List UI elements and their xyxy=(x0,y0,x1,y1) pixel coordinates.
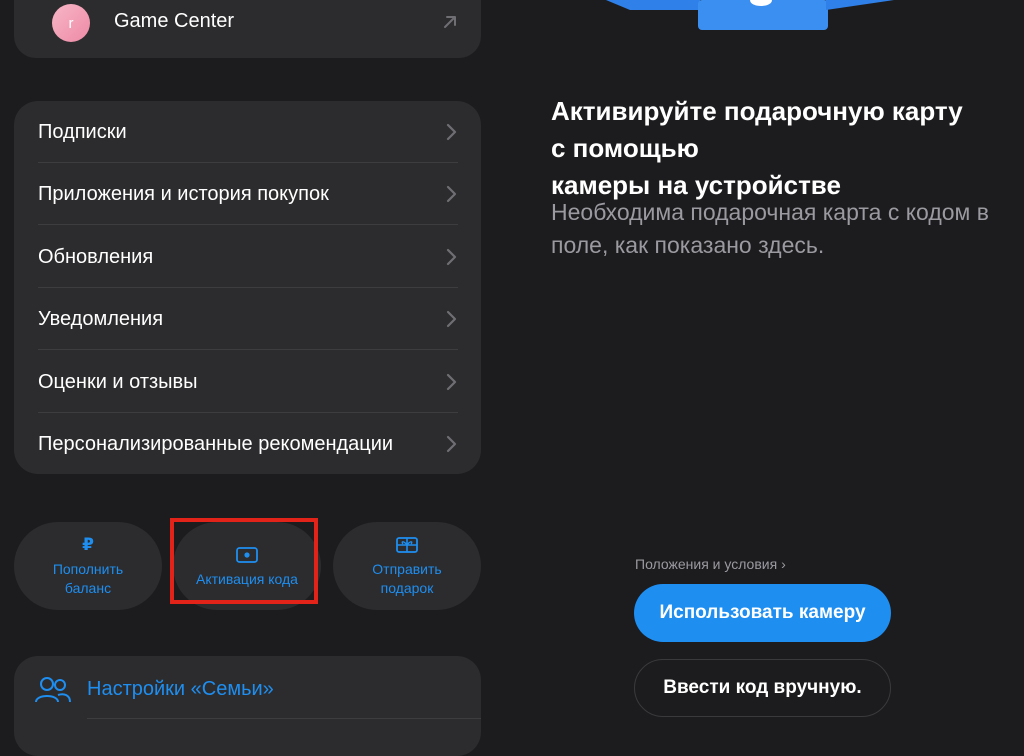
redeem-heading-line1: Активируйте подарочную карту xyxy=(551,96,963,126)
chevron-right-icon xyxy=(446,185,457,203)
list-item-updates[interactable]: Обновления xyxy=(38,226,458,288)
use-camera-label: Использовать камеру xyxy=(659,602,866,623)
list-item-label: Уведомления xyxy=(38,307,164,330)
list-item-label: Обновления xyxy=(38,245,154,268)
list-item-subscriptions[interactable]: Подписки xyxy=(38,101,458,163)
external-arrow-icon xyxy=(444,16,456,28)
redeem-heading: Активируйте подарочную карту с помощью к… xyxy=(551,93,991,204)
gift-icon xyxy=(396,534,418,556)
account-settings-list: Подписки Приложения и история покупок Об… xyxy=(14,101,481,474)
chevron-right-icon xyxy=(446,310,457,328)
chevron-right-icon xyxy=(446,373,457,391)
ruble-icon: ₽ xyxy=(82,535,94,554)
list-item-label: Персонализированные рекомендации xyxy=(38,432,394,455)
list-item-label: Оценки и отзывы xyxy=(38,370,198,393)
chevron-right-icon: › xyxy=(781,556,786,572)
family-settings-card[interactable] xyxy=(14,656,481,756)
chevron-right-icon xyxy=(446,123,457,141)
gift-card-illustration xyxy=(606,0,894,30)
list-item-ratings-reviews[interactable]: Оценки и отзывы xyxy=(38,351,458,413)
family-settings-label: Настройки «Семьи» xyxy=(87,678,274,700)
divider xyxy=(87,718,481,719)
avatar: r xyxy=(52,4,90,42)
top-up-label: Пополнить баланс xyxy=(53,560,123,598)
top-up-balance-button[interactable]: ₽ Пополнить баланс xyxy=(14,522,162,610)
send-gift-label-line1: Отправить xyxy=(372,561,442,577)
game-center-label: Game Center xyxy=(114,10,235,32)
terms-link[interactable]: Положения и условия › xyxy=(635,556,786,572)
terms-label: Положения и условия xyxy=(635,556,778,572)
top-up-label-line2: баланс xyxy=(64,580,112,596)
divider xyxy=(38,224,458,225)
list-item-personalized-recommendations[interactable]: Персонализированные рекомендации xyxy=(38,413,458,475)
enter-code-label: Ввести код вручную. xyxy=(663,677,862,698)
chevron-right-icon xyxy=(446,248,457,266)
divider xyxy=(38,349,458,350)
send-gift-button[interactable]: Отправить подарок xyxy=(333,522,481,610)
list-item-label: Подписки xyxy=(38,120,127,143)
send-gift-label: Отправить подарок xyxy=(372,560,441,598)
avatar-letter: r xyxy=(68,14,74,32)
highlight-box xyxy=(170,518,318,604)
people-icon xyxy=(35,677,71,703)
use-camera-button[interactable]: Использовать камеру xyxy=(634,584,891,642)
enter-code-manually-button[interactable]: Ввести код вручную. xyxy=(634,659,891,717)
send-gift-label-line2: подарок xyxy=(380,580,434,596)
chevron-right-icon xyxy=(446,435,457,453)
list-item-label: Приложения и история покупок xyxy=(38,182,329,205)
redeem-heading-line2: с помощью xyxy=(551,133,699,163)
list-item-purchase-history[interactable]: Приложения и история покупок xyxy=(38,163,458,225)
redeem-description: Необходима подарочная карта с кодом в по… xyxy=(551,199,989,258)
list-item-notifications[interactable]: Уведомления xyxy=(38,288,458,350)
top-up-label-line1: Пополнить xyxy=(52,561,124,577)
